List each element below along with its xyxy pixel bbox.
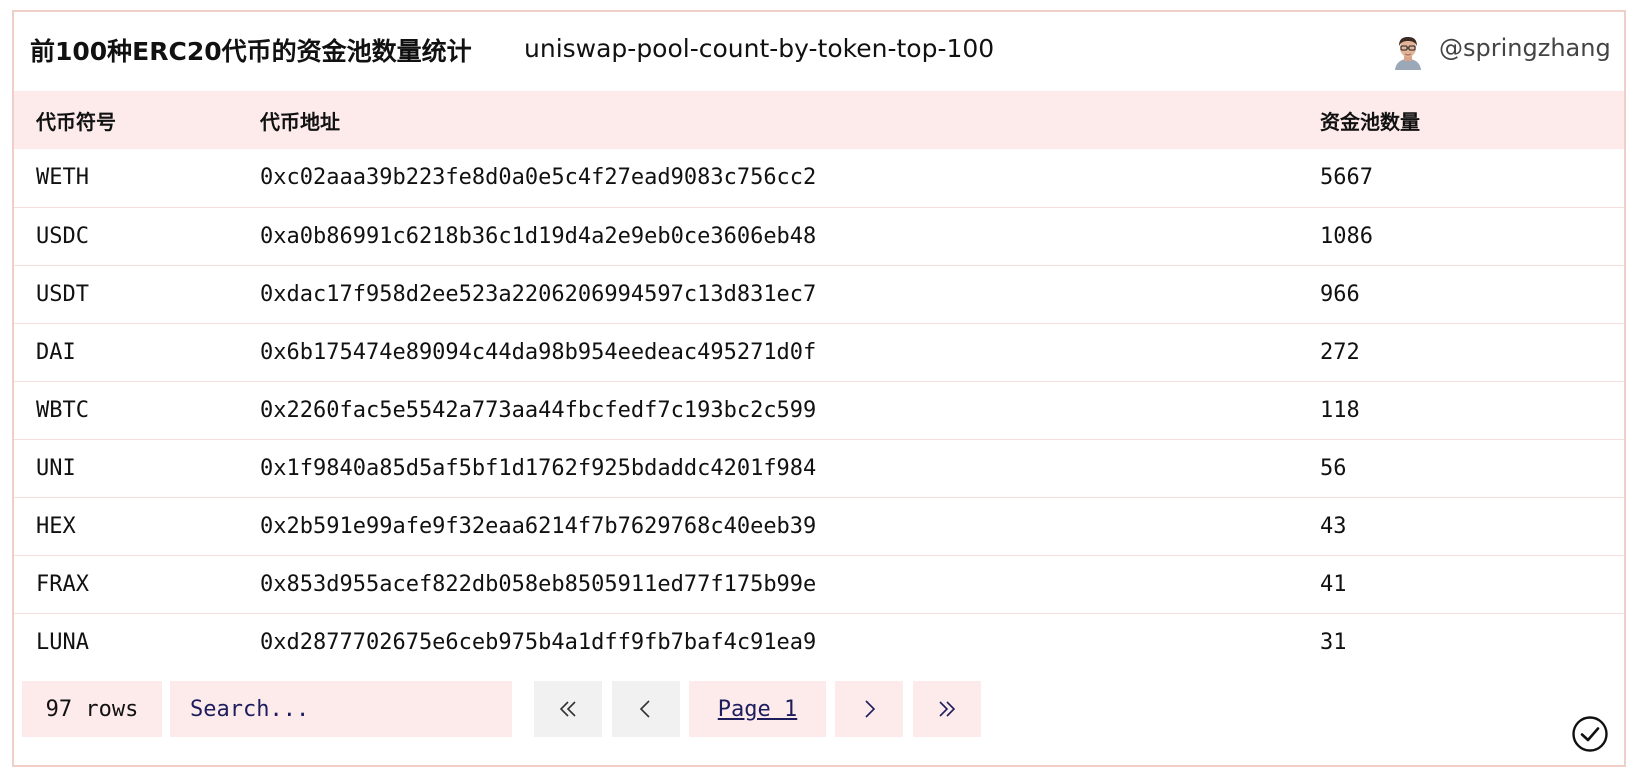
cell-pool-count: 31 <box>1320 629 1347 655</box>
cell-address: 0x2b591e99afe9f32eaa6214f7b7629768c40eeb… <box>260 513 817 539</box>
double-chevron-left-icon <box>559 701 576 717</box>
table-row: WETH 0xc02aaa39b223fe8d0a0e5c4f27ead9083… <box>14 149 1624 207</box>
row-count: 97 rows <box>22 681 162 737</box>
chevron-right-icon <box>865 700 876 718</box>
previous-page-button[interactable] <box>612 681 680 737</box>
cell-pool-count: 5667 <box>1320 165 1373 191</box>
cell-symbol: USDT <box>36 281 89 307</box>
cell-address: 0x853d955acef822db058eb8505911ed77f175b9… <box>260 571 817 597</box>
table-row: USDC 0xa0b86991c6218b36c1d19d4a2e9eb0ce3… <box>14 207 1624 265</box>
column-header-pool-count[interactable]: 资金池数量 <box>1298 91 1624 149</box>
cell-address: 0x2260fac5e5542a773aa44fbcfedf7c193bc2c5… <box>260 397 817 423</box>
page-indicator[interactable]: Page 1 <box>689 681 826 737</box>
table-row: UNI 0x1f9840a85d5af5bf1d1762f925bdaddc42… <box>14 439 1624 497</box>
cell-symbol: USDC <box>36 223 89 249</box>
header-row: 代币符号 代币地址 资金池数量 <box>14 91 1624 149</box>
cell-symbol: HEX <box>36 513 76 539</box>
table-header: 代币符号 代币地址 资金池数量 <box>14 91 1624 149</box>
cell-pool-count: 43 <box>1320 513 1347 539</box>
cell-address: 0xc02aaa39b223fe8d0a0e5c4f27ead9083c756c… <box>260 165 817 191</box>
status-indicator <box>1571 715 1609 753</box>
table-row: LUNA 0xd2877702675e6ceb975b4a1dff9fb7baf… <box>14 613 1624 671</box>
cell-pool-count: 41 <box>1320 571 1347 597</box>
check-circle-icon <box>1572 716 1608 752</box>
cell-symbol: WBTC <box>36 397 89 423</box>
page-title[interactable]: 前100种ERC20代币的资金池数量统计 <box>30 32 472 68</box>
cell-symbol: WETH <box>36 165 89 191</box>
chevron-left-icon <box>639 700 650 718</box>
query-slug: uniswap-pool-count-by-token-top-100 <box>524 34 995 63</box>
column-header-symbol[interactable]: 代币符号 <box>14 91 238 149</box>
first-page-button[interactable] <box>534 681 602 737</box>
table-body: WETH 0xc02aaa39b223fe8d0a0e5c4f27ead9083… <box>14 149 1624 671</box>
cell-symbol: FRAX <box>36 571 89 597</box>
query-card: 前100种ERC20代币的资金池数量统计 uniswap-pool-count-… <box>12 10 1626 767</box>
column-header-address[interactable]: 代币地址 <box>238 91 1298 149</box>
cell-pool-count: 1086 <box>1320 223 1373 249</box>
cell-address: 0x1f9840a85d5af5bf1d1762f925bdaddc4201f9… <box>260 455 817 481</box>
avatar[interactable] <box>1391 34 1425 70</box>
cell-pool-count: 966 <box>1320 281 1360 307</box>
cell-pool-count: 272 <box>1320 339 1360 365</box>
search-box[interactable] <box>170 681 512 737</box>
cell-address: 0xdac17f958d2ee523a2206206994597c13d831e… <box>260 281 817 307</box>
search-input[interactable] <box>190 696 500 722</box>
table-row: DAI 0x6b175474e89094c44da98b954eedeac495… <box>14 323 1624 381</box>
cell-symbol: DAI <box>36 339 76 365</box>
cell-address: 0x6b175474e89094c44da98b954eedeac495271d… <box>260 339 817 365</box>
table-row: FRAX 0x853d955acef822db058eb8505911ed77f… <box>14 555 1624 613</box>
cell-symbol: UNI <box>36 455 76 481</box>
cell-address: 0xd2877702675e6ceb975b4a1dff9fb7baf4c91e… <box>260 629 817 655</box>
cell-address: 0xa0b86991c6218b36c1d19d4a2e9eb0ce3606eb… <box>260 223 817 249</box>
next-page-button[interactable] <box>835 681 903 737</box>
table-row: WBTC 0x2260fac5e5542a773aa44fbcfedf7c193… <box>14 381 1624 439</box>
author-handle[interactable]: @springzhang <box>1439 34 1611 62</box>
card-header: 前100种ERC20代币的资金池数量统计 uniswap-pool-count-… <box>14 12 1624 90</box>
cell-symbol: LUNA <box>36 629 89 655</box>
avatar-image <box>1391 34 1425 70</box>
cell-pool-count: 56 <box>1320 455 1347 481</box>
results-table: 代币符号 代币地址 资金池数量 WETH 0xc02aaa39b223fe8d0… <box>14 91 1624 671</box>
last-page-button[interactable] <box>913 681 981 737</box>
table-row: USDT 0xdac17f958d2ee523a2206206994597c13… <box>14 265 1624 323</box>
table-row: HEX 0x2b591e99afe9f32eaa6214f7b7629768c4… <box>14 497 1624 555</box>
cell-pool-count: 118 <box>1320 397 1360 423</box>
double-chevron-right-icon <box>939 701 956 717</box>
